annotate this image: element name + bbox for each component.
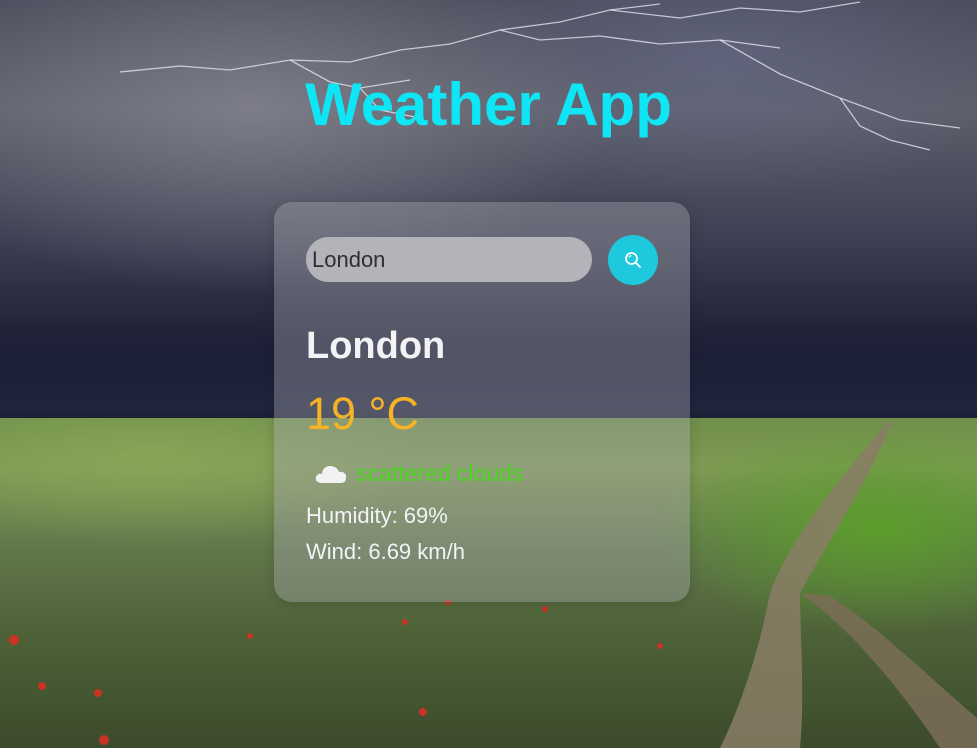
weather-card: London 19 °C scattered clouds Humidity: … <box>274 202 690 602</box>
temperature: 19 °C <box>306 388 420 439</box>
weather-app-page: Weather App London 19 °C scattered cloud… <box>0 0 977 748</box>
search-icon <box>625 252 641 268</box>
weather-condition: scattered clouds <box>356 459 524 486</box>
cloud-icon <box>315 466 347 483</box>
humidity: Humidity: 69% <box>306 503 448 528</box>
condition-row: scattered clouds <box>314 457 523 489</box>
search-input[interactable] <box>306 237 592 282</box>
city-name: London <box>306 325 446 367</box>
app-title: Weather App <box>305 71 672 138</box>
search-button[interactable] <box>608 235 658 285</box>
wind-speed: Wind: 6.69 km/h <box>306 539 465 564</box>
search-bar <box>306 235 658 285</box>
